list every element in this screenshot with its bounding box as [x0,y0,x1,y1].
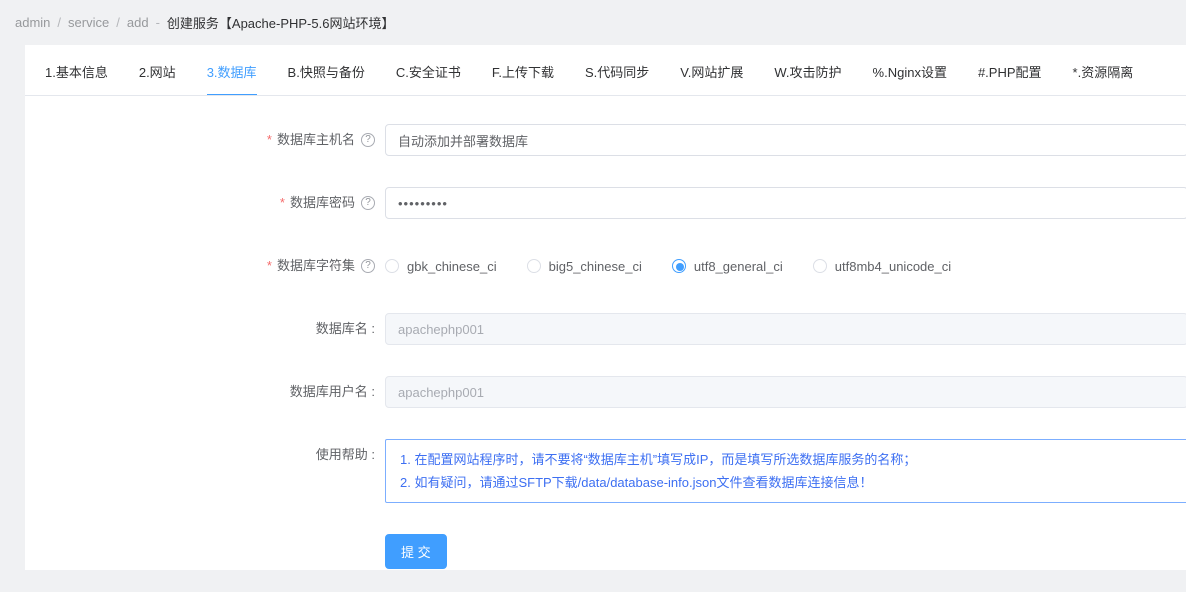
tab-ssl-certificate[interactable]: C.安全证书 [396,45,461,95]
form-row-submit: 提 交 [25,534,1186,569]
db-charset-label-text: 数据库字符集 [276,258,355,273]
usage-help-label: 使用帮助 : [25,439,385,471]
db-host-input[interactable] [385,124,1186,156]
db-host-label-text: 数据库主机名 [276,132,355,147]
db-user-label: 数据库用户名 : [25,376,385,408]
db-password-input[interactable] [385,187,1186,219]
usage-help-box: 1. 在配置网站程序时，请不要将“数据库主机”填写成IP，而是填写所选数据库服务… [385,439,1186,503]
radio-selected-icon [671,259,686,273]
db-host-field [385,124,1186,156]
db-charset-label: * 数据库字符集 ? [25,250,385,282]
db-name-input [385,313,1186,345]
required-asterisk: * [266,258,272,273]
breadcrumb-dash: - [155,15,160,30]
usage-help-field: 1. 在配置网站程序时，请不要将“数据库主机”填写成IP，而是填写所选数据库服务… [385,439,1186,503]
tab-basic-info[interactable]: 1.基本信息 [45,45,108,95]
submit-button[interactable]: 提 交 [385,534,447,569]
tab-nginx-settings[interactable]: %.Nginx设置 [873,45,947,95]
tab-php-config[interactable]: #.PHP配置 [978,45,1042,95]
database-form: * 数据库主机名 ? * 数据库密码 ? * 数据库字符集 ? [25,96,1186,569]
db-password-field [385,187,1186,219]
form-row-help: 使用帮助 : 1. 在配置网站程序时，请不要将“数据库主机”填写成IP，而是填写… [25,439,1186,503]
content-card: 1.基本信息 2.网站 3.数据库 B.快照与备份 C.安全证书 F.上传下载 … [25,45,1186,570]
radio-icon [385,259,399,273]
db-name-label-text: 数据库名 : [315,321,375,336]
db-host-label: * 数据库主机名 ? [25,124,385,156]
radio-label: utf8mb4_unicode_ci [834,258,952,274]
breadcrumb-item-admin[interactable]: admin [15,15,50,30]
usage-help-label-text: 使用帮助 : [315,447,375,462]
tab-database[interactable]: 3.数据库 [206,45,257,95]
tab-code-sync[interactable]: S.代码同步 [585,45,649,95]
breadcrumb-item-add[interactable]: add [127,15,149,30]
radio-label: utf8_general_ci [693,258,783,274]
radio-utf8-general-ci[interactable]: utf8_general_ci [671,258,783,274]
submit-field: 提 交 [385,534,1186,569]
radio-icon [812,259,827,273]
radio-icon [526,259,541,273]
form-row-db-user: 数据库用户名 : [25,376,1186,408]
db-charset-radio-group: gbk_chinese_ci big5_chinese_ci utf8_gene… [385,250,1186,282]
db-user-label-text: 数据库用户名 : [289,384,375,399]
radio-utf8mb4-unicode-ci[interactable]: utf8mb4_unicode_ci [812,258,952,274]
tab-attack-protection[interactable]: W.攻击防护 [774,45,841,95]
db-password-label-text: 数据库密码 [289,195,355,210]
tab-bar: 1.基本信息 2.网站 3.数据库 B.快照与备份 C.安全证书 F.上传下载 … [25,45,1186,96]
radio-label: gbk_chinese_ci [407,258,497,274]
form-row-db-charset: * 数据库字符集 ? gbk_chinese_ci big5_chinese_c… [25,250,1186,282]
form-row-db-name: 数据库名 : [25,313,1186,345]
db-name-field [385,313,1186,345]
question-circle-icon[interactable]: ? [361,133,375,147]
help-line-2: 2. 如有疑问，请通过SFTP下载/data/database-info.jso… [400,475,873,490]
db-password-label: * 数据库密码 ? [25,187,385,219]
question-circle-icon[interactable]: ? [361,259,375,273]
tab-upload-download[interactable]: F.上传下载 [492,45,554,95]
breadcrumb-separator: / [57,15,62,30]
help-line-1: 1. 在配置网站程序时，请不要将“数据库主机”填写成IP，而是填写所选数据库服务… [400,452,917,467]
db-name-label: 数据库名 : [25,313,385,345]
radio-label: big5_chinese_ci [548,258,642,274]
required-asterisk: * [266,132,272,147]
required-asterisk: * [279,195,285,210]
db-user-field [385,376,1186,408]
tab-site-extension[interactable]: V.网站扩展 [680,45,743,95]
tab-resource-isolation[interactable]: *.资源隔离 [1073,45,1134,95]
radio-gbk-chinese-ci[interactable]: gbk_chinese_ci [385,259,497,274]
form-row-db-password: * 数据库密码 ? [25,187,1186,219]
tab-website[interactable]: 2.网站 [139,45,176,95]
db-user-input [385,376,1186,408]
form-row-db-host: * 数据库主机名 ? [25,124,1186,156]
breadcrumb: admin / service / add - 创建服务【Apache-PHP-… [0,0,1186,45]
breadcrumb-separator: / [116,15,120,30]
tab-snapshot-backup[interactable]: B.快照与备份 [288,45,365,95]
breadcrumb-item-service[interactable]: service [68,15,109,30]
radio-big5-chinese-ci[interactable]: big5_chinese_ci [526,258,642,274]
question-circle-icon[interactable]: ? [361,196,375,210]
page-title: 创建服务【Apache-PHP-5.6网站环境】 [166,16,395,31]
